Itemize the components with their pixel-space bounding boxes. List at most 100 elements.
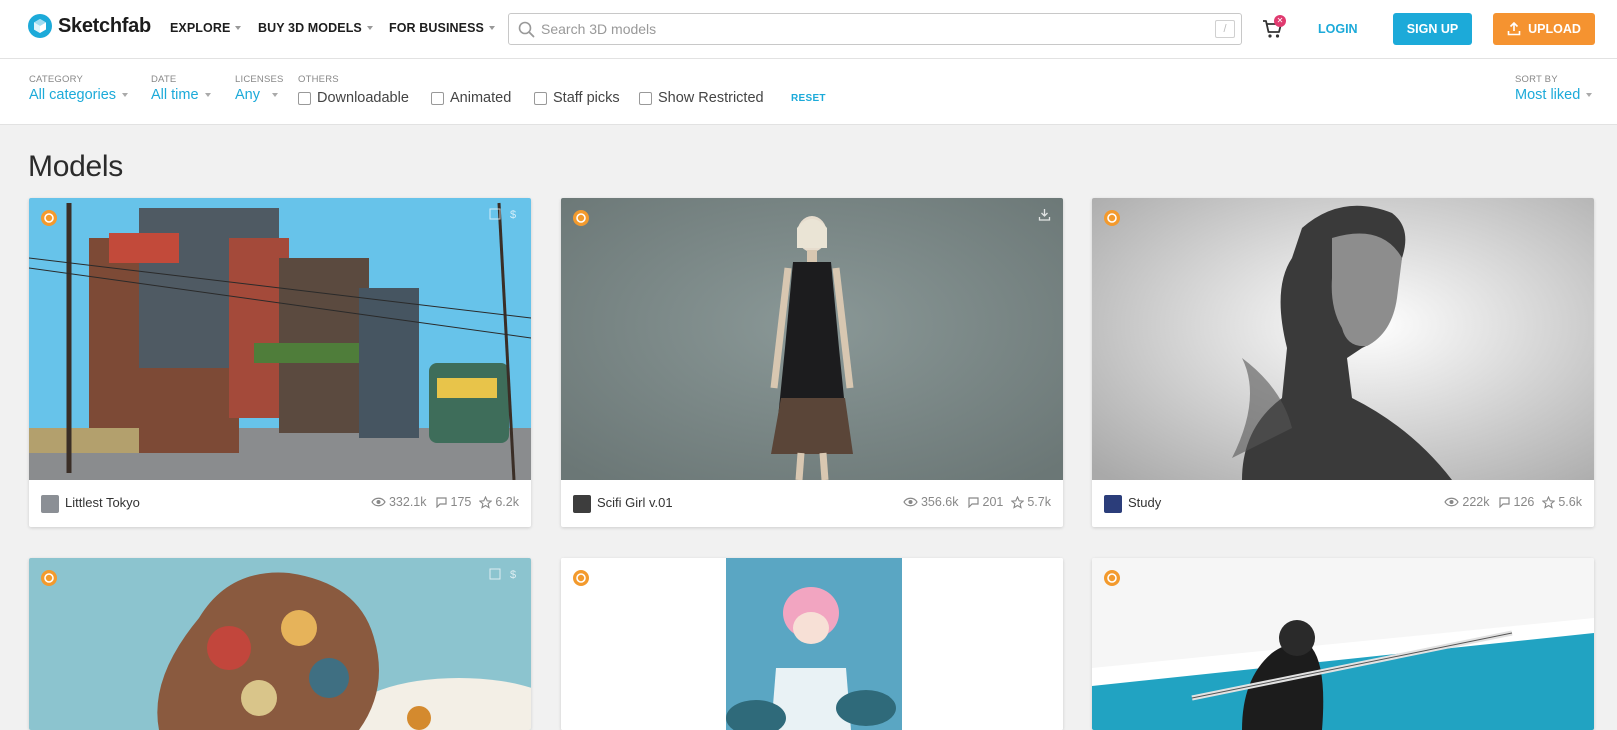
- animated-icon: [489, 208, 501, 220]
- comments-stat: 201: [967, 495, 1004, 509]
- checkbox-animated-label: Animated: [450, 90, 512, 106]
- model-stats: 332.1k 175 6.2k: [371, 495, 519, 509]
- checkbox-staff-picks[interactable]: Staff picks: [534, 90, 620, 106]
- chevron-down-icon: [272, 93, 278, 97]
- filter-category[interactable]: CATEGORY All categories: [29, 74, 129, 103]
- filter-licenses-select[interactable]: Any: [235, 87, 284, 103]
- likes-stat[interactable]: 5.7k: [1011, 495, 1051, 509]
- likes-stat[interactable]: 6.2k: [479, 495, 519, 509]
- checkbox-box[interactable]: [431, 91, 444, 105]
- chevron-down-icon: [235, 26, 242, 30]
- chevron-down-icon: [1586, 93, 1593, 97]
- checkbox-box[interactable]: [639, 91, 652, 105]
- sign-up-button[interactable]: SIGN UP: [1393, 13, 1472, 45]
- star-icon: [479, 495, 493, 509]
- avatar[interactable]: [1104, 495, 1122, 513]
- model-thumbnail[interactable]: [1092, 198, 1594, 480]
- filter-licenses-label: LICENSES: [235, 74, 284, 85]
- svg-text:$: $: [510, 209, 516, 220]
- chevron-down-icon: [488, 26, 495, 30]
- model-name[interactable]: Scifi Girl v.01: [597, 495, 673, 510]
- filter-date-select[interactable]: All time: [151, 87, 211, 103]
- model-name[interactable]: Littlest Tokyo: [65, 495, 140, 510]
- staff-pick-icon: [1104, 210, 1120, 226]
- search-icon: [518, 21, 535, 38]
- price-icon: $: [510, 209, 516, 220]
- chevron-down-icon: [204, 93, 211, 97]
- sign-up-label: SIGN UP: [1406, 22, 1459, 36]
- likes-count: 5.7k: [1027, 495, 1051, 509]
- upload-icon: [1507, 22, 1521, 36]
- upload-button[interactable]: UPLOAD: [1493, 13, 1595, 45]
- checkbox-show-restricted[interactable]: Show Restricted: [639, 90, 764, 106]
- page-title: Models: [28, 150, 123, 183]
- model-thumbnail[interactable]: $: [29, 198, 531, 480]
- sort-by-select[interactable]: Most liked: [1515, 87, 1593, 103]
- model-card[interactable]: $: [29, 558, 531, 730]
- staff-pick-icon: [41, 570, 57, 586]
- eye-icon: [903, 497, 918, 507]
- model-card[interactable]: Study 222k 126 5.6k: [1092, 198, 1594, 527]
- cart-button[interactable]: ✕: [1261, 15, 1287, 43]
- model-thumbnail[interactable]: $: [29, 558, 531, 730]
- model-thumbnail[interactable]: [1092, 558, 1594, 730]
- checkbox-staff-picks-label: Staff picks: [553, 90, 620, 106]
- views-count: 356.6k: [920, 495, 959, 509]
- filter-licenses[interactable]: LICENSES Any: [235, 74, 284, 103]
- model-card[interactable]: [1092, 558, 1594, 730]
- likes-count: 5.6k: [1558, 495, 1582, 509]
- views-count: 332.1k: [388, 495, 427, 509]
- nav-explore[interactable]: EXPLORE: [170, 21, 242, 35]
- sketchfab-logo-icon: [28, 14, 52, 38]
- comment-icon: [1498, 497, 1510, 508]
- avatar[interactable]: [41, 495, 59, 513]
- model-thumbnail[interactable]: [561, 558, 1063, 730]
- checkbox-downloadable[interactable]: Downloadable: [298, 90, 409, 106]
- model-thumbnail[interactable]: [561, 198, 1063, 480]
- model-name[interactable]: Study: [1128, 495, 1161, 510]
- sort-by[interactable]: SORT BY Most liked: [1515, 74, 1593, 103]
- comments-stat: 126: [1498, 495, 1535, 509]
- comments-count: 201: [982, 495, 1004, 509]
- comments-count: 126: [1513, 495, 1535, 509]
- model-card[interactable]: [561, 558, 1063, 730]
- star-icon: [1542, 495, 1556, 509]
- likes-stat[interactable]: 5.6k: [1542, 495, 1582, 509]
- cart-badge: ✕: [1274, 15, 1286, 27]
- filter-category-value: All categories: [29, 87, 117, 103]
- checkbox-animated[interactable]: Animated: [431, 90, 511, 106]
- logo-text: Sketchfab: [58, 14, 151, 37]
- sort-by-label: SORT BY: [1515, 74, 1558, 85]
- filter-others-label: OTHERS: [298, 74, 339, 85]
- comments-count: 175: [450, 495, 472, 509]
- model-card[interactable]: Scifi Girl v.01 356.6k 201 5.7k: [561, 198, 1063, 527]
- nav-buy-3d-models[interactable]: BUY 3D MODELS: [258, 21, 373, 35]
- nav-explore-label: EXPLORE: [170, 21, 231, 35]
- checkbox-box[interactable]: [534, 91, 547, 105]
- filter-others: OTHERS: [298, 74, 339, 85]
- top-header: Sketchfab EXPLORE BUY 3D MODELS FOR BUSI…: [0, 0, 1617, 59]
- card-badges: $: [489, 208, 519, 220]
- chevron-down-icon: [122, 93, 129, 97]
- card-footer: Scifi Girl v.01 356.6k 201 5.7k: [561, 480, 1063, 526]
- star-icon: [1011, 495, 1025, 509]
- filter-category-select[interactable]: All categories: [29, 87, 129, 103]
- sketchfab-logo[interactable]: Sketchfab: [28, 14, 151, 38]
- nav-for-business[interactable]: FOR BUSINESS: [389, 21, 495, 35]
- card-footer: Littlest Tokyo 332.1k 175 6.2k: [29, 480, 531, 526]
- search-input[interactable]: [541, 14, 1201, 44]
- comment-icon: [435, 497, 447, 508]
- eye-icon: [371, 497, 386, 507]
- avatar[interactable]: [573, 495, 591, 513]
- animated-icon: [489, 568, 501, 580]
- views-stat: 222k: [1444, 495, 1490, 509]
- model-card[interactable]: $ Littlest Tokyo 332.1k 175 6.2k: [29, 198, 531, 527]
- login-link[interactable]: LOGIN: [1318, 22, 1358, 36]
- price-icon: $: [510, 569, 516, 580]
- search-bar: /: [508, 13, 1242, 45]
- reset-filters-link[interactable]: RESET: [791, 93, 826, 104]
- checkbox-box[interactable]: [298, 91, 311, 105]
- model-stats: 222k 126 5.6k: [1444, 495, 1582, 509]
- views-stat: 332.1k: [371, 495, 427, 509]
- filter-date[interactable]: DATE All time: [151, 74, 211, 103]
